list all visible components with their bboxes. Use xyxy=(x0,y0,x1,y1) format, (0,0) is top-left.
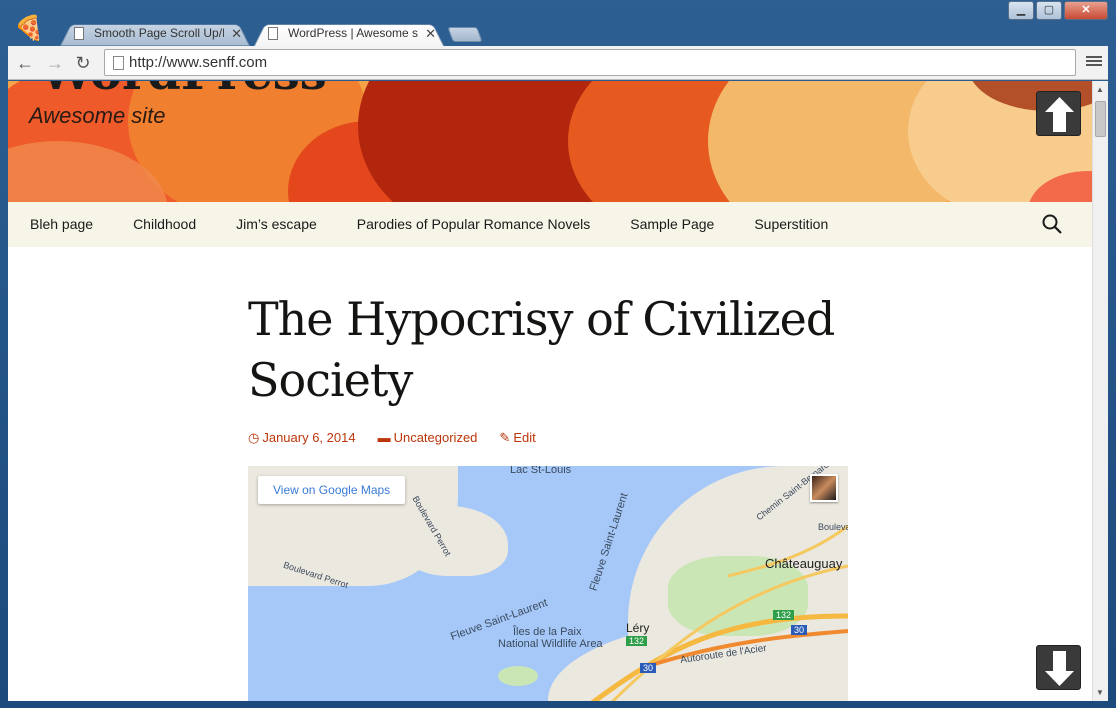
map-shield-30a: 30 xyxy=(791,625,808,635)
map-label-iles: Îles de la Paix xyxy=(513,626,582,638)
nav-item-jims-escape[interactable]: Jim’s escape xyxy=(236,202,317,247)
site-tagline: Awesome site xyxy=(29,103,166,128)
vertical-scrollbar[interactable]: ▲ ▼ xyxy=(1092,81,1108,701)
browser-toolbar: ← → ↻ xyxy=(8,46,1108,80)
tab-wordpress[interactable]: WordPress | Awesome site ✕ xyxy=(254,21,444,46)
back-arrow-icon[interactable]: ← xyxy=(14,53,36,73)
scroll-down-arrow-icon[interactable]: ▼ xyxy=(1096,688,1104,697)
post-date-text: January 6, 2014 xyxy=(262,430,356,445)
map-label-wildlife: National Wildlife Area xyxy=(498,638,603,650)
map-shield-132b: 132 xyxy=(626,636,648,646)
menu-icon[interactable] xyxy=(1086,54,1102,70)
site-title[interactable]: WordPress xyxy=(40,81,327,101)
url-input[interactable] xyxy=(129,50,1059,75)
nav-item-superstition[interactable]: Superstition xyxy=(754,202,828,247)
nav-item-childhood[interactable]: Childhood xyxy=(133,202,196,247)
close-icon[interactable]: ✕ xyxy=(231,21,242,46)
arrow-down-icon xyxy=(1045,651,1074,686)
minimize-button[interactable]: ▁ xyxy=(1008,1,1034,20)
scrollbar-thumb[interactable] xyxy=(1095,101,1106,137)
post-edit-text: Edit xyxy=(513,430,536,445)
page-icon xyxy=(74,27,84,40)
folder-icon: ▬ xyxy=(377,430,391,445)
post-category-text: Uncategorized xyxy=(393,430,478,445)
scroll-up-button[interactable] xyxy=(1036,91,1081,136)
pizza-icon: 🍕 xyxy=(14,15,44,42)
tab-smooth-scroll[interactable]: Smooth Page Scroll Up/Do ✕ xyxy=(60,21,250,46)
post-date[interactable]: ◷ January 6, 2014 xyxy=(248,430,356,446)
search-icon[interactable] xyxy=(1042,214,1062,234)
map-label-lac: Lac St-Louis xyxy=(510,466,572,476)
page-icon xyxy=(268,27,278,40)
map-shield-132: 132 xyxy=(773,610,795,620)
reload-icon[interactable]: ↻ xyxy=(72,53,94,73)
map-label-chateauguay: Châteauguay xyxy=(765,556,843,571)
nav-item-parodies[interactable]: Parodies of Popular Romance Novels xyxy=(357,202,590,247)
page-viewport: WordPress Awesome site Bleh page Childho… xyxy=(8,81,1092,701)
embedded-map[interactable]: Lac St-Louis Fleuve Saint-Laurent Fleuve… xyxy=(248,466,848,701)
main-navigation: Bleh page Childhood Jim’s escape Parodie… xyxy=(8,202,1092,247)
new-tab-button[interactable] xyxy=(447,27,483,42)
scroll-down-button[interactable] xyxy=(1036,645,1081,690)
post-edit-link[interactable]: ✎ Edit xyxy=(499,430,535,446)
arrow-up-icon xyxy=(1045,97,1074,132)
maximize-button[interactable]: ▢ xyxy=(1036,1,1062,20)
view-on-google-maps-link[interactable]: View on Google Maps xyxy=(258,476,406,504)
map-label-lery: Léry xyxy=(626,621,650,635)
post-title[interactable]: The Hypocrisy of Civilized Society xyxy=(248,289,848,411)
post-category[interactable]: ▬ Uncategorized xyxy=(378,430,478,446)
forward-arrow-icon[interactable]: → xyxy=(44,53,66,73)
scroll-up-arrow-icon[interactable]: ▲ xyxy=(1096,85,1104,94)
tab-label: WordPress | Awesome site xyxy=(288,26,418,40)
browser-window: 🍕 Smooth Page Scroll Up/Do ✕ WordPress |… xyxy=(0,0,1116,708)
page-icon xyxy=(113,56,124,70)
map-shield-30b: 30 xyxy=(640,663,657,673)
address-bar[interactable] xyxy=(104,49,1076,76)
post-content: The Hypocrisy of Civilized Society ◷ Janu… xyxy=(248,247,848,446)
close-window-button[interactable]: ✕ xyxy=(1064,1,1108,20)
tab-strip: 🍕 Smooth Page Scroll Up/Do ✕ WordPress |… xyxy=(0,0,1116,46)
post-meta: ◷ January 6, 2014 ▬ Uncategorized ✎ Edit xyxy=(248,430,848,446)
nav-item-bleh-page[interactable]: Bleh page xyxy=(30,202,93,247)
map-label-boulev: Bouleva xyxy=(818,522,848,532)
site-header: WordPress Awesome site xyxy=(8,81,1092,202)
close-icon[interactable]: ✕ xyxy=(425,21,436,46)
nav-item-sample-page[interactable]: Sample Page xyxy=(630,202,714,247)
tab-label: Smooth Page Scroll Up/Do xyxy=(94,26,224,40)
avatar[interactable] xyxy=(810,474,838,502)
pencil-icon: ✎ xyxy=(499,430,511,445)
clock-icon: ◷ xyxy=(248,430,260,445)
